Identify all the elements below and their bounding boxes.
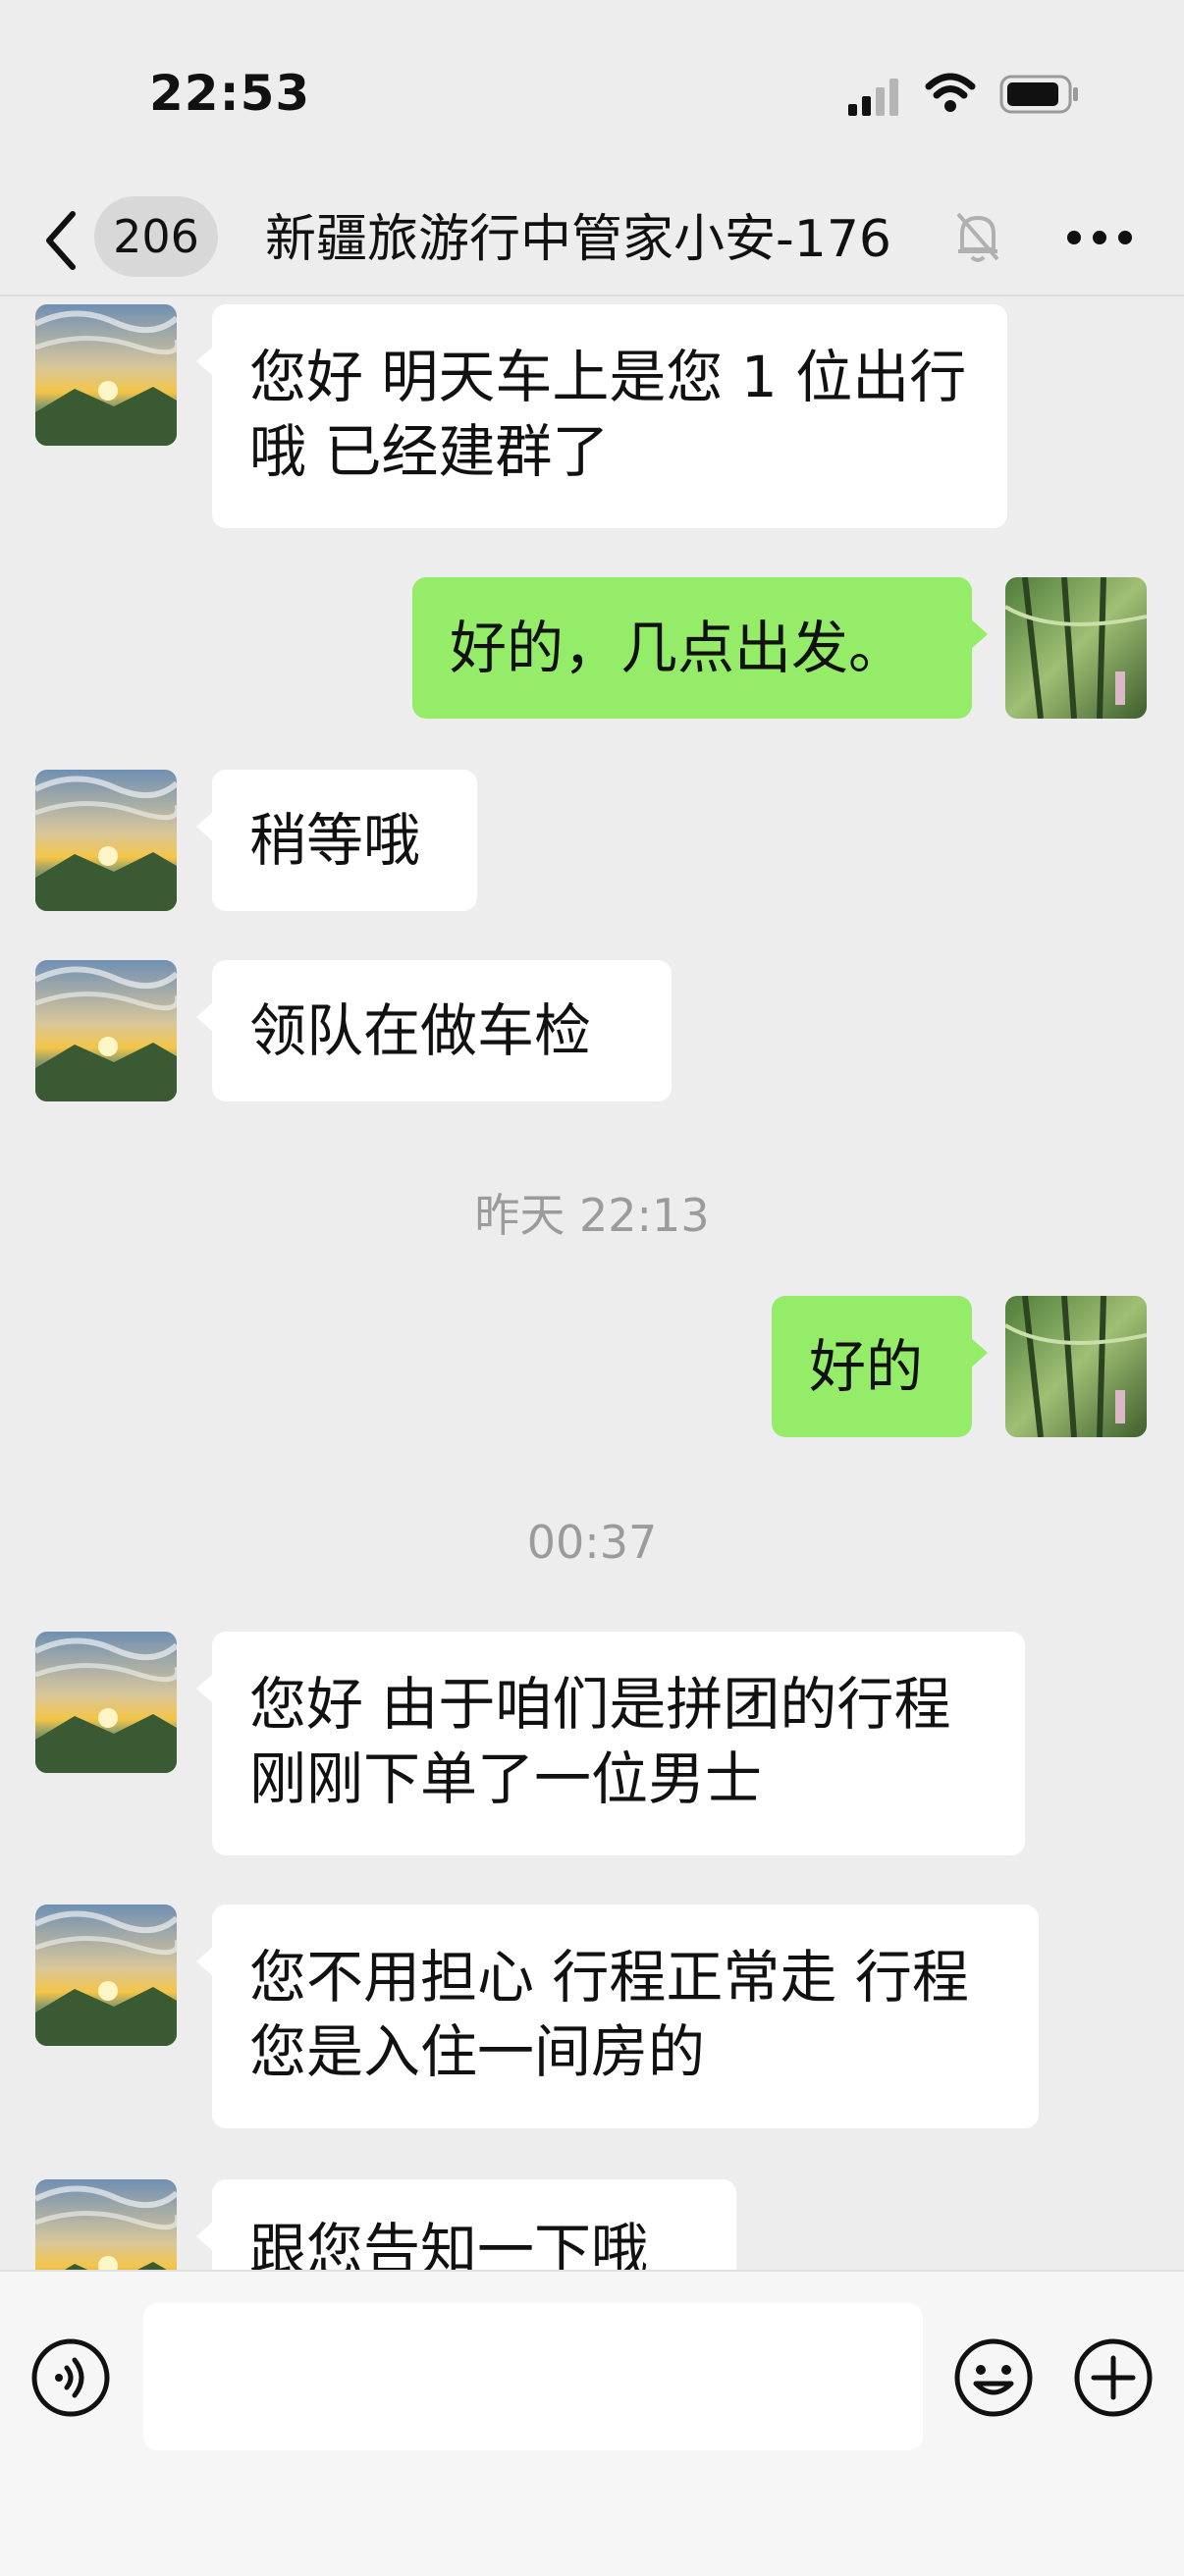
bell-off-icon (956, 212, 999, 262)
message-list[interactable]: 您好 明天车上是您 1 位出行哦 已经建群了 好的，几点出发。 稍等哦 领队在做… (0, 296, 1184, 2270)
unread-count-badge[interactable]: 206 (94, 196, 218, 277)
user-avatar[interactable] (1005, 577, 1147, 719)
contact-avatar[interactable] (35, 2179, 177, 2270)
more-dots-icon[interactable] (1060, 208, 1139, 267)
status-bar: 22:53 (0, 0, 1184, 187)
message-bubble-incoming[interactable]: 跟您告知一下哦 (196, 2179, 736, 2270)
message-text: 好的，几点出发。 (450, 615, 906, 681)
contact-avatar[interactable] (35, 1632, 177, 1773)
message-bubble-incoming[interactable]: 稍等哦 (196, 770, 477, 911)
contact-avatar[interactable] (35, 770, 177, 911)
chevron-left-icon[interactable] (41, 206, 81, 275)
message-text: 稍等哦 (249, 807, 421, 874)
chat-title: 新疆旅游行中管家小安-176 (265, 210, 892, 269)
message-bubble-incoming[interactable]: 您好 明天车上是您 1 位出行哦 已经建群了 (196, 304, 1007, 528)
message-text: 好的 (809, 1333, 924, 1400)
message-text: 您好 由于咱们是拼团的行程 刚刚下单了一位男士 (249, 1671, 951, 1812)
message-text: 您不用担心 行程正常走 行程您是入住一间房的 (249, 1944, 969, 2085)
message-text: 领队在做车检 (249, 997, 592, 1064)
input-bar (0, 2270, 1184, 2576)
message-input[interactable] (143, 2303, 923, 2450)
cellular-signal-icon (848, 79, 898, 116)
message-timestamp: 昨天 22:13 (474, 1189, 710, 1242)
emoji-icon[interactable] (952, 2336, 1035, 2419)
contact-avatar[interactable] (35, 304, 177, 446)
message-bubble-outgoing[interactable]: 好的 (772, 1296, 988, 1437)
voice-icon[interactable] (29, 2336, 112, 2419)
message-bubble-incoming[interactable]: 您不用担心 行程正常走 行程您是入住一间房的 (196, 1905, 1039, 2128)
wifi-icon (925, 73, 976, 112)
message-timestamp: 00:37 (526, 1516, 658, 1569)
battery-icon (999, 75, 1078, 114)
message-text: 您好 明天车上是您 1 位出行哦 已经建群了 (249, 344, 967, 485)
user-avatar[interactable] (1005, 1296, 1147, 1437)
contact-avatar[interactable] (35, 1905, 177, 2046)
status-time: 22:53 (149, 65, 311, 122)
message-text: 跟您告知一下哦 (249, 2217, 649, 2270)
message-bubble-outgoing[interactable]: 好的，几点出发。 (412, 577, 988, 719)
message-bubble-incoming[interactable]: 您好 由于咱们是拼团的行程 刚刚下单了一位男士 (196, 1632, 1025, 1855)
plus-icon[interactable] (1072, 2336, 1155, 2419)
message-bubble-incoming[interactable]: 领队在做车检 (196, 960, 672, 1101)
contact-avatar[interactable] (35, 960, 177, 1101)
chat-header: 206 新疆旅游行中管家小安-176 (0, 187, 1184, 296)
